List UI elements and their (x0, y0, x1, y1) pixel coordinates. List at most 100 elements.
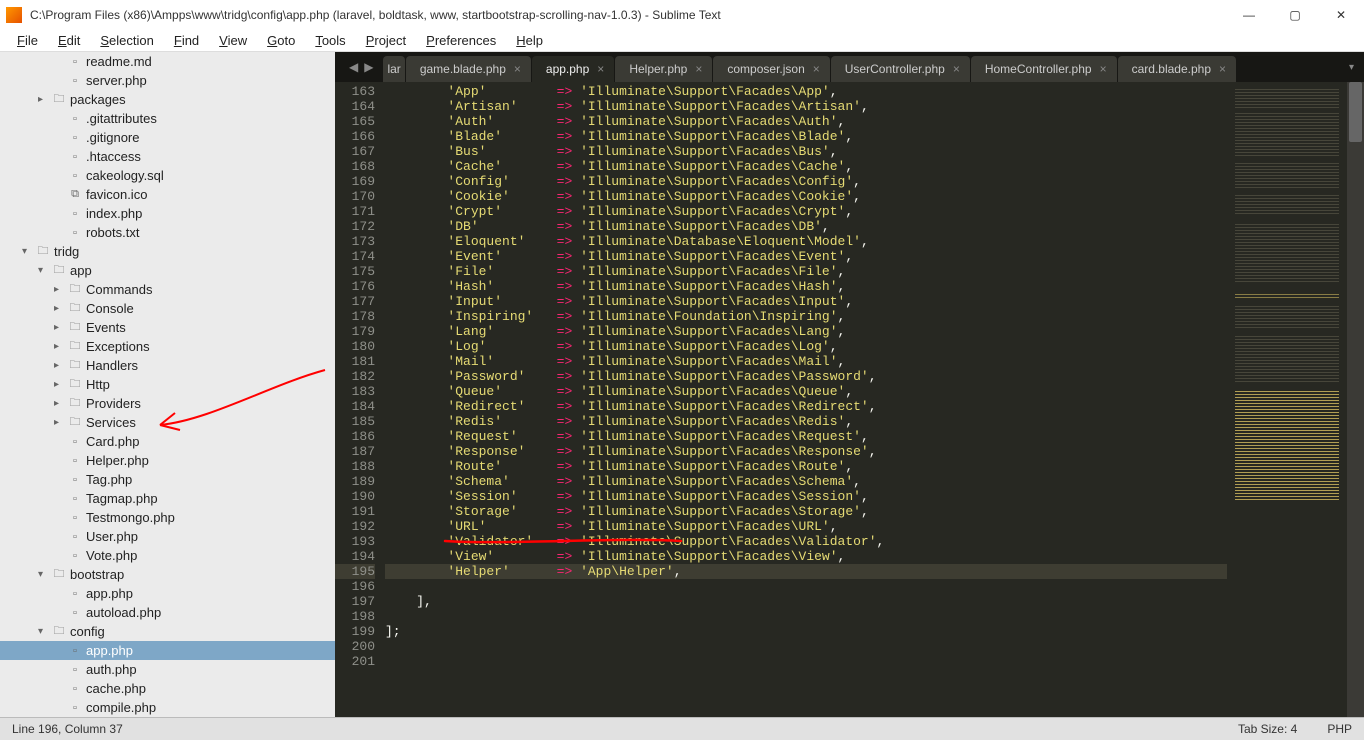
menu-find[interactable]: Find (165, 31, 208, 50)
tab-close-icon[interactable]: × (695, 62, 702, 76)
menu-preferences[interactable]: Preferences (417, 31, 505, 50)
sidebar-item[interactable]: ▫cakeology.sql (0, 166, 335, 185)
sidebar-item[interactable]: ▾🗀tridg (0, 242, 335, 261)
sidebar-item[interactable]: ▫Tagmap.php (0, 489, 335, 508)
sidebar-item[interactable]: ▫Card.php (0, 432, 335, 451)
sidebar-item[interactable]: ⧉favicon.ico (0, 185, 335, 204)
sidebar-item[interactable]: ▫Helper.php (0, 451, 335, 470)
tab-prev-icon[interactable]: ◀ (349, 60, 358, 74)
sidebar-item[interactable]: ▸🗀Providers (0, 394, 335, 413)
tab-close-icon[interactable]: × (813, 62, 820, 76)
tab-label: composer.json (727, 62, 804, 76)
sidebar-item[interactable]: ▫readme.md (0, 52, 335, 71)
minimize-button[interactable]: — (1226, 0, 1272, 30)
menu-tools[interactable]: Tools (306, 31, 354, 50)
sidebar-item-label: cakeology.sql (86, 168, 164, 183)
tab-close-icon[interactable]: × (514, 62, 521, 76)
sidebar-item-label: Tag.php (86, 472, 132, 487)
minimap[interactable] (1227, 82, 1347, 717)
tab-next-icon[interactable]: ▶ (364, 60, 373, 74)
tab-close-icon[interactable]: × (1219, 62, 1226, 76)
sidebar-item[interactable]: ▫auth.php (0, 660, 335, 679)
sidebar-item[interactable]: ▫index.php (0, 204, 335, 223)
sidebar-item[interactable]: ▸🗀Handlers (0, 356, 335, 375)
tab[interactable]: composer.json × (713, 56, 829, 82)
file-icon: ▫ (68, 112, 82, 126)
status-language[interactable]: PHP (1327, 722, 1352, 736)
file-icon: ▫ (68, 492, 82, 506)
sidebar-item-label: favicon.ico (86, 187, 147, 202)
file-icon: ▫ (68, 473, 82, 487)
sidebar-item-label: tridg (54, 244, 79, 259)
sidebar-item-label: packages (70, 92, 126, 107)
sidebar-item[interactable]: ▫ Tag.php (0, 470, 335, 489)
sidebar-item[interactable]: ▫compile.php (0, 698, 335, 717)
vertical-scrollbar[interactable] (1347, 82, 1364, 717)
file-icon: ▫ (68, 701, 82, 715)
sidebar-item[interactable]: ▫robots.txt (0, 223, 335, 242)
tab[interactable]: UserController.php × (831, 56, 970, 82)
sidebar-item[interactable]: ▫server.php (0, 71, 335, 90)
disclosure-icon: ▾ (38, 626, 48, 637)
folder-icon: 🗀 (52, 625, 66, 639)
folder-icon: 🗀 (68, 397, 82, 411)
folder-icon: 🗀 (68, 416, 82, 430)
tab[interactable]: game.blade.php × (406, 56, 531, 82)
tab-nav[interactable]: ◀ ▶ (339, 60, 383, 74)
tab-close-icon[interactable]: × (953, 62, 960, 76)
sidebar-item[interactable]: ▫app.php (0, 641, 335, 660)
tab[interactable]: card.blade.php× (1118, 56, 1236, 82)
sidebar-item[interactable]: ▫.gitignore (0, 128, 335, 147)
sidebar-item-label: Providers (86, 396, 141, 411)
sidebar-item[interactable]: ▫Testmongo.php (0, 508, 335, 527)
sidebar-item[interactable]: ▫Vote.php (0, 546, 335, 565)
menu-view[interactable]: View (210, 31, 256, 50)
sidebar-item[interactable]: ▸🗀Exceptions (0, 337, 335, 356)
tabs-overflow-icon[interactable]: ▾ (1349, 62, 1354, 73)
menu-file[interactable]: File (8, 31, 47, 50)
file-icon: ▫ (68, 131, 82, 145)
sidebar-item[interactable]: ▫autoload.php (0, 603, 335, 622)
tab-close-icon[interactable]: × (1100, 62, 1107, 76)
menu-project[interactable]: Project (357, 31, 415, 50)
code-content[interactable]: 'App' => 'Illuminate\Support\Facades\App… (385, 82, 1227, 717)
tab[interactable]: HomeController.php× (971, 56, 1117, 82)
disclosure-icon: ▸ (54, 379, 64, 390)
sidebar-item[interactable]: ▸🗀packages (0, 90, 335, 109)
menu-edit[interactable]: Edit (49, 31, 89, 50)
menu-goto[interactable]: Goto (258, 31, 304, 50)
maximize-button[interactable]: ▢ (1272, 0, 1318, 30)
sidebar-item[interactable]: ▸🗀Events (0, 318, 335, 337)
sidebar-item[interactable]: ▫cache.php (0, 679, 335, 698)
sidebar-item[interactable]: ▫User.php (0, 527, 335, 546)
sidebar-item[interactable]: ▸🗀Services (0, 413, 335, 432)
tab-label: game.blade.php (420, 62, 506, 76)
sidebar-item[interactable]: ▫.gitattributes (0, 109, 335, 128)
code-editor[interactable]: 1631641651661671681691701711721731741751… (335, 82, 1364, 717)
status-tab-size[interactable]: Tab Size: 4 (1238, 722, 1297, 736)
menu-selection[interactable]: Selection (91, 31, 162, 50)
file-icon: ▫ (68, 606, 82, 620)
sidebar-item[interactable]: ▸🗀Console (0, 299, 335, 318)
file-icon: ▫ (68, 663, 82, 677)
sidebar-item[interactable]: ▫app.php (0, 584, 335, 603)
menu-help[interactable]: Help (507, 31, 552, 50)
tab[interactable]: app.php× (532, 56, 614, 82)
tab-partial[interactable]: lar (383, 56, 404, 82)
sidebar[interactable]: ▫readme.md▫server.php▸🗀packages▫.gitattr… (0, 52, 335, 717)
file-icon: ▫ (68, 435, 82, 449)
sidebar-item[interactable]: ▾🗀app (0, 261, 335, 280)
tab[interactable]: Helper.php× (615, 56, 712, 82)
sidebar-item[interactable]: ▫.htaccess (0, 147, 335, 166)
sidebar-item[interactable]: ▾🗀config (0, 622, 335, 641)
file-icon: ▫ (68, 150, 82, 164)
sidebar-item-label: User.php (86, 529, 138, 544)
sidebar-item[interactable]: ▾🗀bootstrap (0, 565, 335, 584)
tab-label: UserController.php (845, 62, 945, 76)
sidebar-item-label: Events (86, 320, 126, 335)
sidebar-item-label: Vote.php (86, 548, 137, 563)
sidebar-item[interactable]: ▸🗀Commands (0, 280, 335, 299)
tab-close-icon[interactable]: × (597, 62, 604, 76)
sidebar-item[interactable]: ▸🗀Http (0, 375, 335, 394)
close-button[interactable]: ✕ (1318, 0, 1364, 30)
